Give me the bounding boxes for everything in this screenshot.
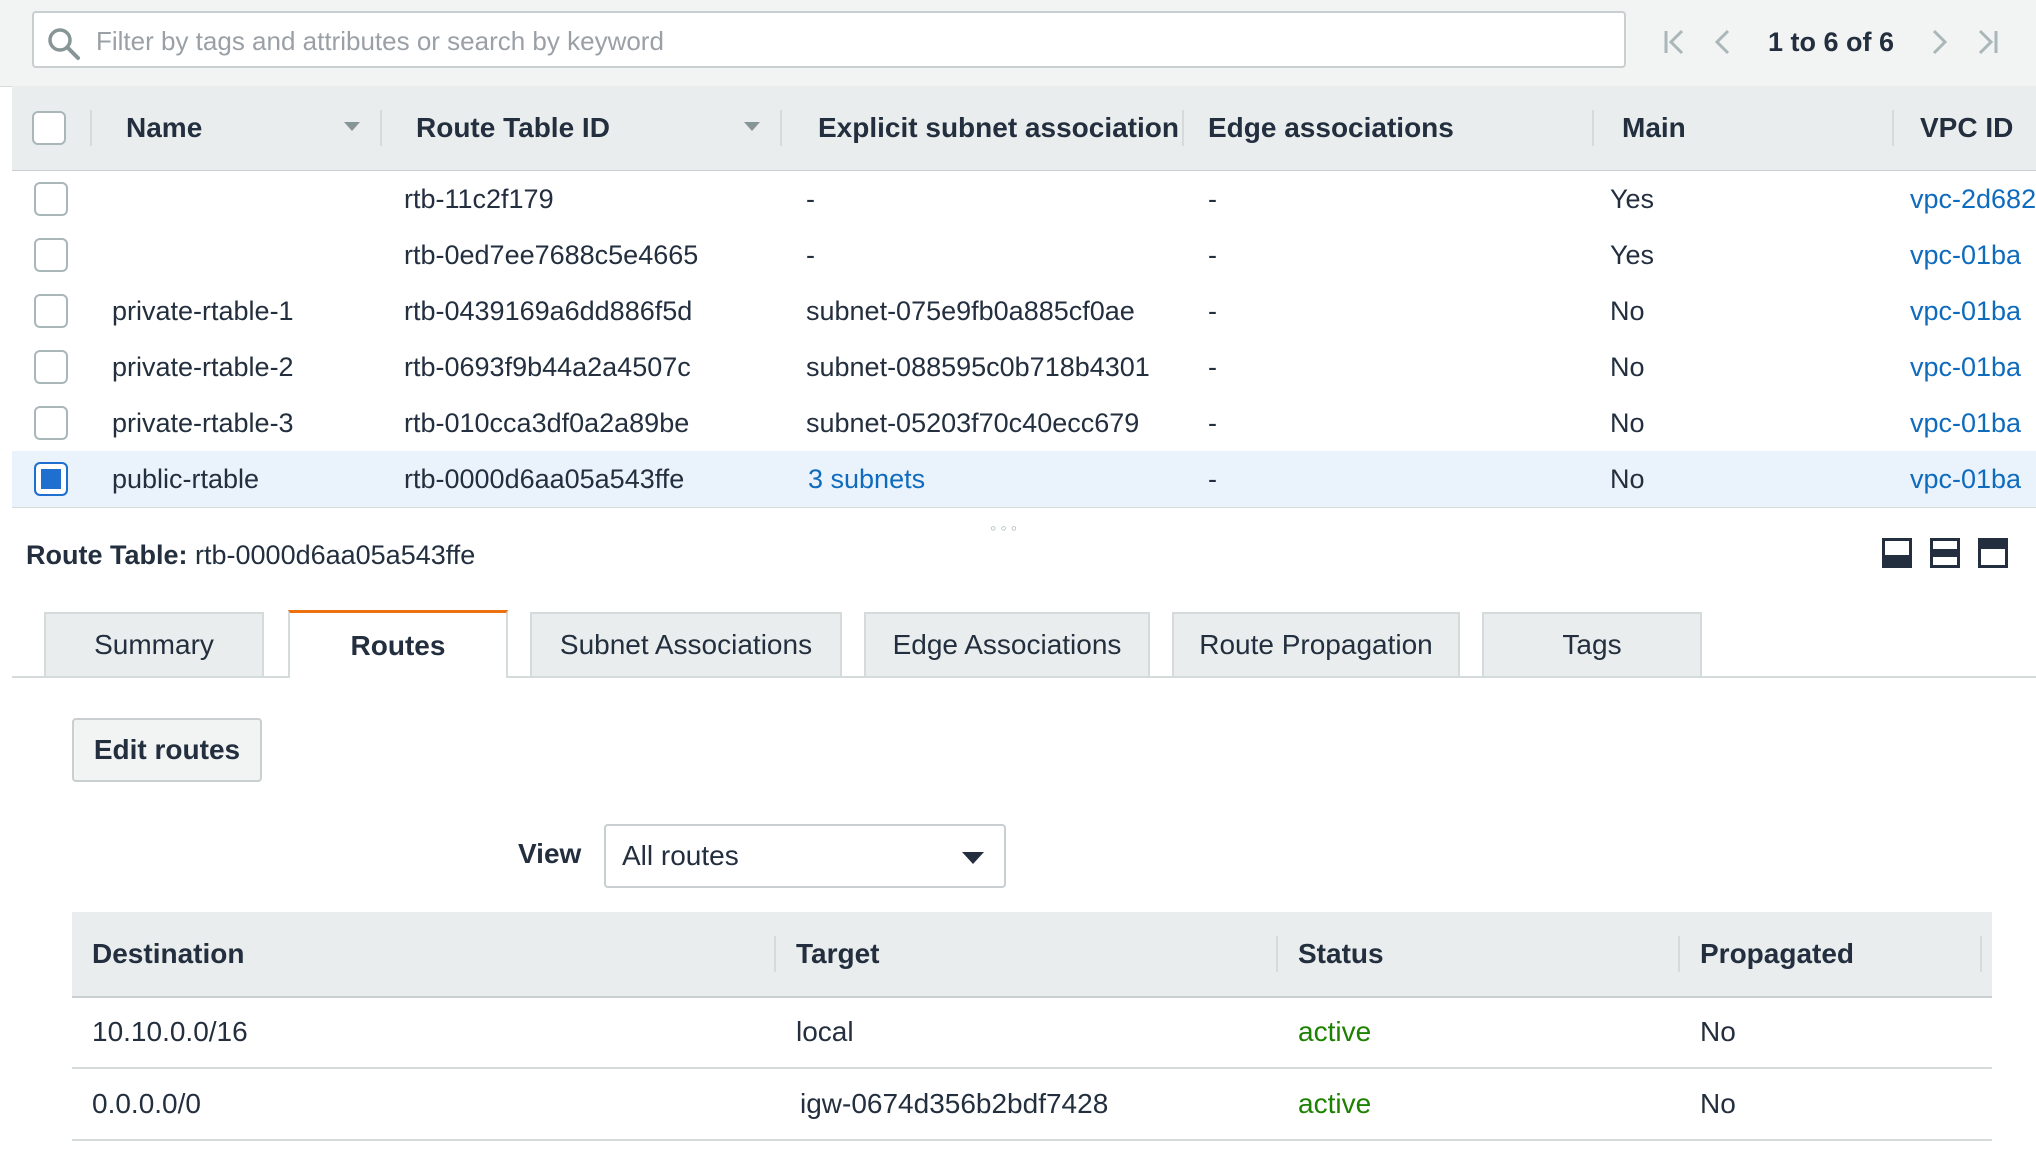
- table-row[interactable]: rtb-11c2f179 - - Yes vpc-2d682: [12, 171, 2036, 228]
- column-header-main[interactable]: Main: [1594, 86, 1894, 170]
- row-subnet-association: subnet-075e9fb0a885cf0ae: [806, 295, 1135, 326]
- sort-caret-icon[interactable]: [344, 122, 360, 131]
- row-edge-association: -: [1208, 407, 1217, 438]
- row-edge-association: -: [1208, 183, 1217, 214]
- pagination: 1 to 6 of 6: [1650, 20, 2012, 64]
- row-route-table-id: rtb-0ed7ee7688c5e4665: [404, 239, 699, 270]
- route-target-link[interactable]: igw-0674d356b2bdf7428: [800, 1068, 1108, 1139]
- row-vpc-link[interactable]: vpc-01ba: [1910, 339, 2021, 395]
- sort-caret-icon[interactable]: [744, 122, 760, 131]
- column-header-status[interactable]: Status: [1278, 912, 1680, 996]
- row-vpc-link[interactable]: vpc-01ba: [1910, 451, 2021, 507]
- tab-tags[interactable]: Tags: [1482, 612, 1702, 676]
- edit-routes-button[interactable]: Edit routes: [72, 718, 262, 782]
- row-checkbox[interactable]: [34, 182, 68, 216]
- column-header-explicit-subnet[interactable]: Explicit subnet association: [782, 86, 1184, 170]
- route-propagated: No: [1700, 1015, 1736, 1047]
- next-page-icon[interactable]: [1924, 22, 1956, 62]
- row-subnet-association: -: [806, 183, 815, 214]
- tab-summary[interactable]: Summary: [44, 612, 264, 676]
- view-label: View: [518, 838, 582, 869]
- selected-route-table-id: rtb-0000d6aa05a543ffe: [195, 540, 476, 570]
- row-edge-association: -: [1208, 239, 1217, 270]
- panel-layout-controls: [1882, 538, 2008, 568]
- resize-handle-icon[interactable]: ◦◦◦: [990, 518, 1021, 539]
- table-row[interactable]: rtb-0ed7ee7688c5e4665 - - Yes vpc-01ba: [12, 227, 2036, 284]
- route-destination: 10.10.0.0/16: [92, 1015, 248, 1047]
- row-route-table-id: rtb-0693f9b44a2a4507c: [404, 351, 691, 382]
- column-header-destination[interactable]: Destination: [72, 912, 776, 996]
- row-subnet-association: -: [806, 239, 815, 270]
- select-all-checkbox[interactable]: [32, 111, 66, 145]
- row-main: No: [1610, 407, 1645, 438]
- column-header-route-table-id[interactable]: Route Table ID: [382, 86, 782, 170]
- row-name: private-rtable-3: [112, 407, 294, 438]
- row-route-table-id: rtb-11c2f179: [404, 183, 554, 214]
- row-edge-association: -: [1208, 351, 1217, 382]
- row-route-table-id: rtb-0439169a6dd886f5d: [404, 295, 693, 326]
- row-route-table-id: rtb-010cca3df0a2a89be: [404, 407, 690, 438]
- search-input[interactable]: [94, 19, 1598, 63]
- row-vpc-link[interactable]: vpc-2d682: [1910, 171, 2036, 227]
- row-main: No: [1610, 463, 1645, 494]
- panel-full-icon[interactable]: [1978, 538, 2008, 568]
- search-icon: [48, 28, 80, 60]
- table-row-selected[interactable]: public-rtable rtb-0000d6aa05a543ffe 3 su…: [12, 451, 2036, 508]
- route-target: local: [796, 1015, 854, 1047]
- last-page-icon[interactable]: [1972, 22, 2004, 62]
- tab-routes[interactable]: Routes: [288, 610, 508, 678]
- row-vpc-link[interactable]: vpc-01ba: [1910, 395, 2021, 451]
- route-destination: 0.0.0.0/0: [92, 1087, 201, 1119]
- column-header-propagated[interactable]: Propagated: [1680, 912, 1982, 996]
- column-header-edge-associations[interactable]: Edge associations: [1184, 86, 1594, 170]
- row-name: private-rtable-1: [112, 295, 294, 326]
- row-route-table-id: rtb-0000d6aa05a543ffe: [404, 463, 685, 494]
- search-box[interactable]: [32, 11, 1626, 68]
- route-tables-header: Name Route Table ID Explicit subnet asso…: [12, 86, 2036, 172]
- row-checkbox[interactable]: [34, 350, 68, 384]
- view-select[interactable]: All routes: [604, 824, 1006, 888]
- dropdown-arrow-icon: [962, 852, 984, 864]
- column-header-name[interactable]: Name: [92, 86, 382, 170]
- row-checkbox[interactable]: [34, 238, 68, 272]
- table-toolbar: 1 to 6 of 6: [0, 0, 2036, 87]
- row-edge-association: -: [1208, 295, 1217, 326]
- row-name: public-rtable: [112, 463, 260, 494]
- row-main: No: [1610, 295, 1645, 326]
- route-row: 10.10.0.0/16 local active No: [72, 996, 1992, 1069]
- table-row[interactable]: private-rtable-3 rtb-010cca3df0a2a89be s…: [12, 395, 2036, 452]
- tab-subnet-associations[interactable]: Subnet Associations: [530, 612, 842, 676]
- pagination-text: 1 to 6 of 6: [1768, 26, 1895, 57]
- tab-route-propagation[interactable]: Route Propagation: [1172, 612, 1460, 676]
- column-header-vpc-id[interactable]: VPC ID: [1894, 86, 2036, 170]
- tab-edge-associations[interactable]: Edge Associations: [864, 612, 1150, 676]
- previous-page-icon[interactable]: [1706, 22, 1738, 62]
- route-status: active: [1298, 1015, 1372, 1047]
- row-edge-association: -: [1208, 463, 1217, 494]
- detail-title: Route Table: rtb-0000d6aa05a543ffe: [26, 540, 476, 570]
- route-propagated: No: [1700, 1087, 1736, 1119]
- row-subnets-link[interactable]: 3 subnets: [808, 451, 925, 507]
- table-row[interactable]: private-rtable-2 rtb-0693f9b44a2a4507c s…: [12, 339, 2036, 396]
- panel-split-icon[interactable]: [1930, 538, 1960, 568]
- row-subnet-association: subnet-088595c0b718b4301: [806, 351, 1150, 382]
- row-checkbox-checked[interactable]: [34, 462, 68, 496]
- row-name: private-rtable-2: [112, 351, 294, 382]
- first-page-icon[interactable]: [1658, 22, 1690, 62]
- row-vpc-link[interactable]: vpc-01ba: [1910, 283, 2021, 339]
- row-checkbox[interactable]: [34, 294, 68, 328]
- route-row: 0.0.0.0/0 igw-0674d356b2bdf7428 active N…: [72, 1068, 1992, 1141]
- routes-table-header: Destination Target Status Propagated: [72, 912, 1992, 998]
- column-header-target[interactable]: Target: [776, 912, 1278, 996]
- row-main: No: [1610, 351, 1645, 382]
- table-row[interactable]: private-rtable-1 rtb-0439169a6dd886f5d s…: [12, 283, 2036, 340]
- row-main: Yes: [1610, 239, 1655, 270]
- select-all-cell: [12, 86, 92, 170]
- row-subnet-association: subnet-05203f70c40ecc679: [806, 407, 1140, 438]
- row-vpc-link[interactable]: vpc-01ba: [1910, 227, 2021, 283]
- row-checkbox[interactable]: [34, 406, 68, 440]
- row-main: Yes: [1610, 183, 1655, 214]
- route-status: active: [1298, 1087, 1372, 1119]
- panel-bottom-icon[interactable]: [1882, 538, 1912, 568]
